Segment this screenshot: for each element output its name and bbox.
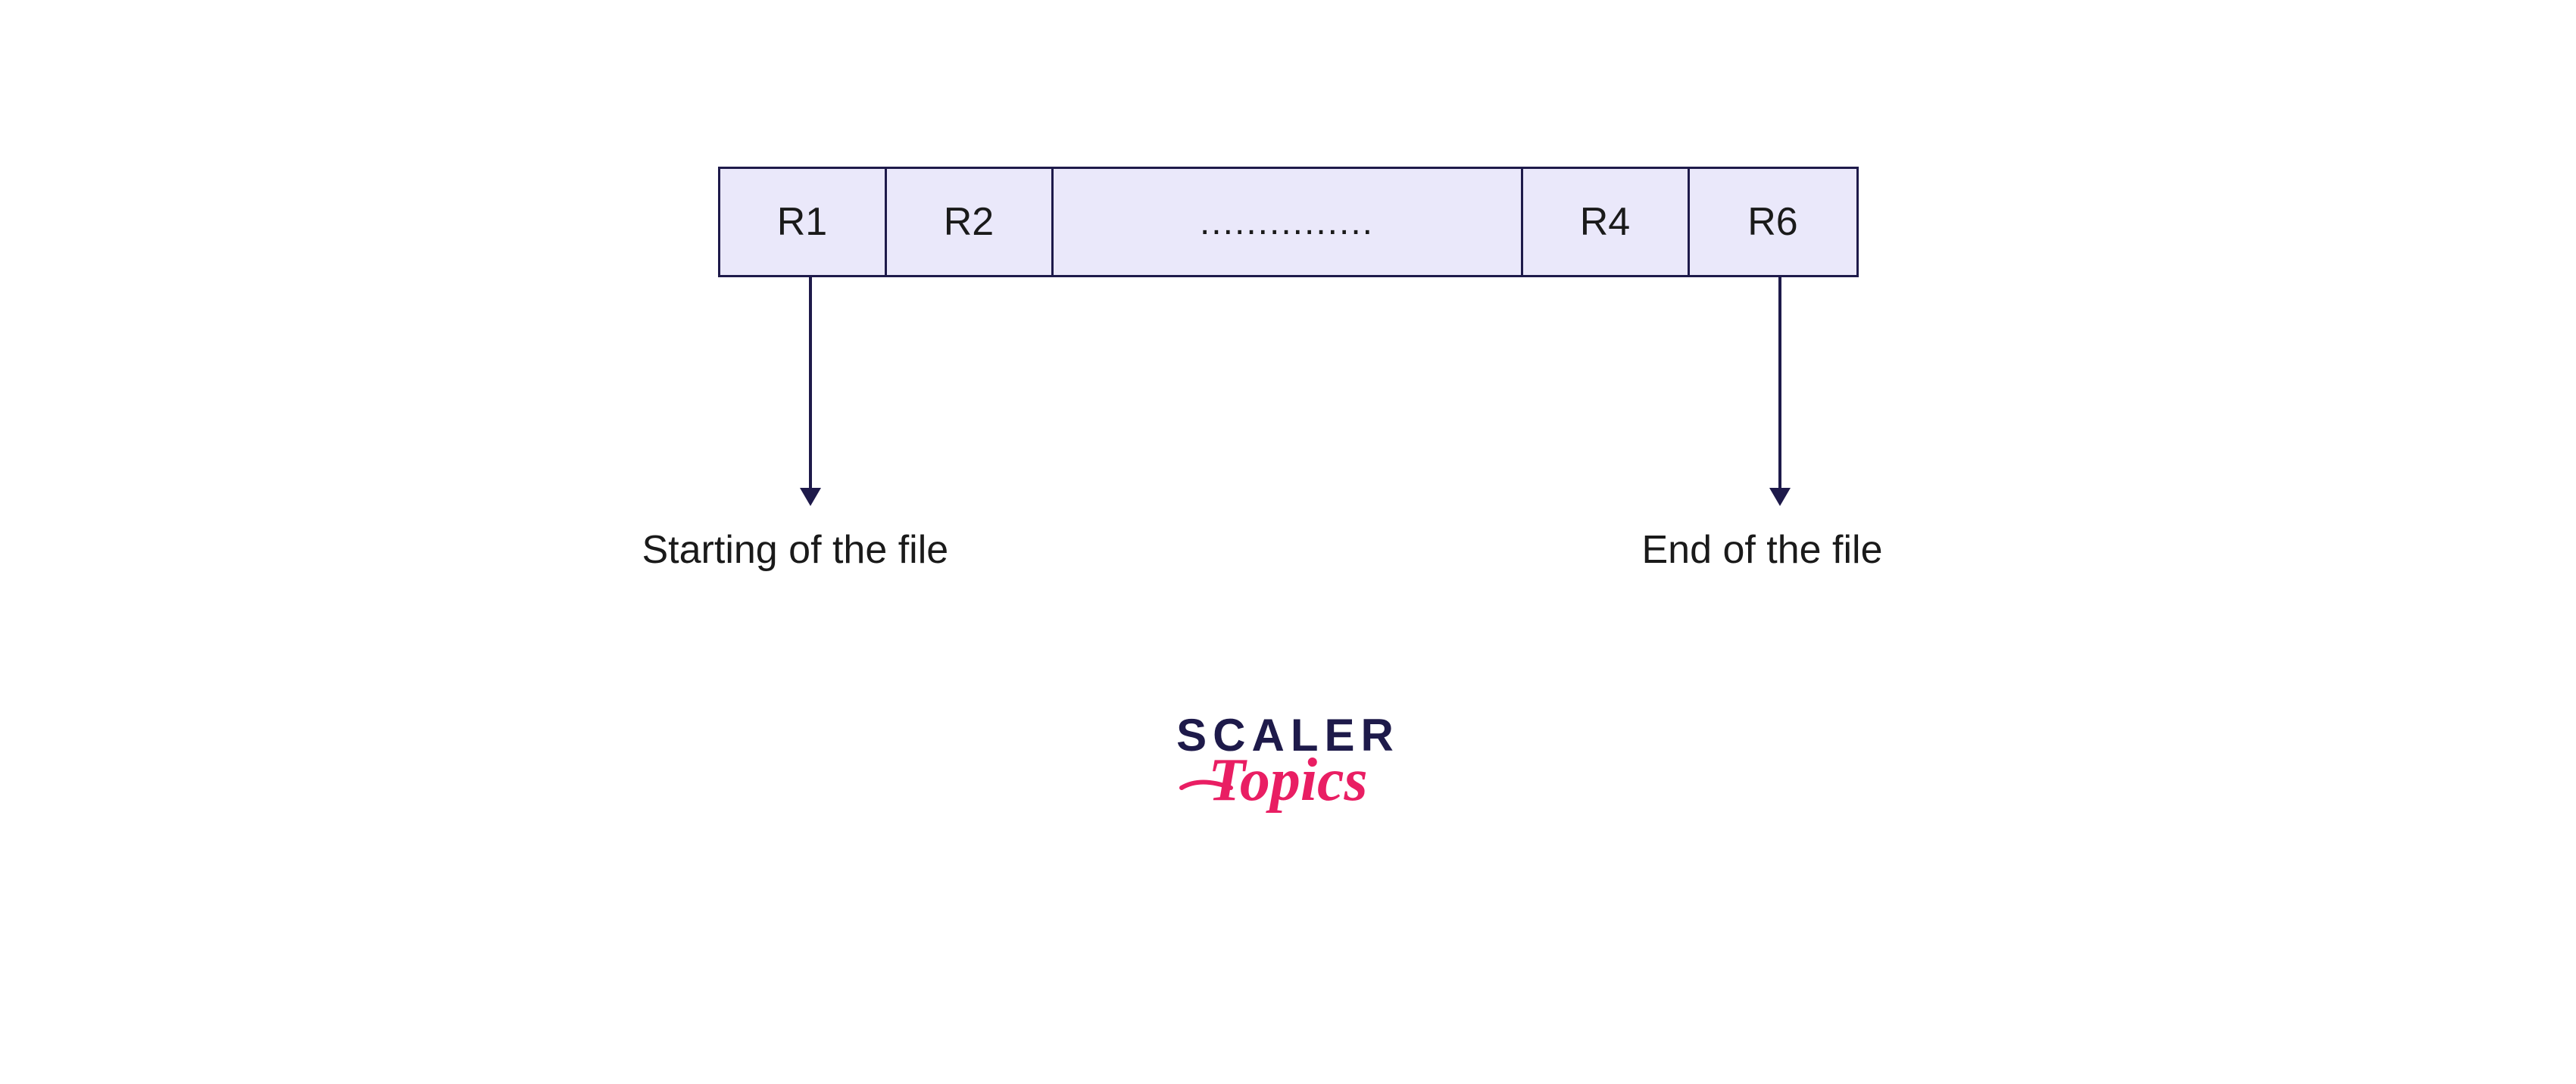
arrow-end-of-file: [1769, 277, 1791, 506]
arrow-line: [809, 277, 812, 489]
swoosh-icon: [1178, 773, 1238, 803]
arrows-container: [718, 277, 1859, 520]
record-cell-r1: R1: [720, 169, 887, 275]
brand-logo: SCALER Topics: [1176, 709, 1400, 815]
arrow-down-icon: [1769, 488, 1791, 506]
record-cell-r2: R2: [887, 169, 1054, 275]
record-cell-r4: R4: [1523, 169, 1690, 275]
label-start-of-file: Starting of the file: [642, 527, 949, 573]
labels-container: Starting of the file End of the file: [718, 527, 1859, 588]
logo-topics-text: Topics: [1208, 746, 1367, 815]
record-cell-ellipsis: ...............: [1054, 169, 1523, 275]
record-cell-r6: R6: [1690, 169, 1856, 275]
records-row: R1 R2 ............... R4 R6: [718, 167, 1859, 277]
label-end-of-file: End of the file: [1642, 527, 1883, 573]
file-structure-diagram: R1 R2 ............... R4 R6 Starting of …: [718, 167, 1859, 815]
arrow-start-of-file: [800, 277, 821, 506]
arrow-line: [1778, 277, 1781, 489]
arrow-down-icon: [800, 488, 821, 506]
